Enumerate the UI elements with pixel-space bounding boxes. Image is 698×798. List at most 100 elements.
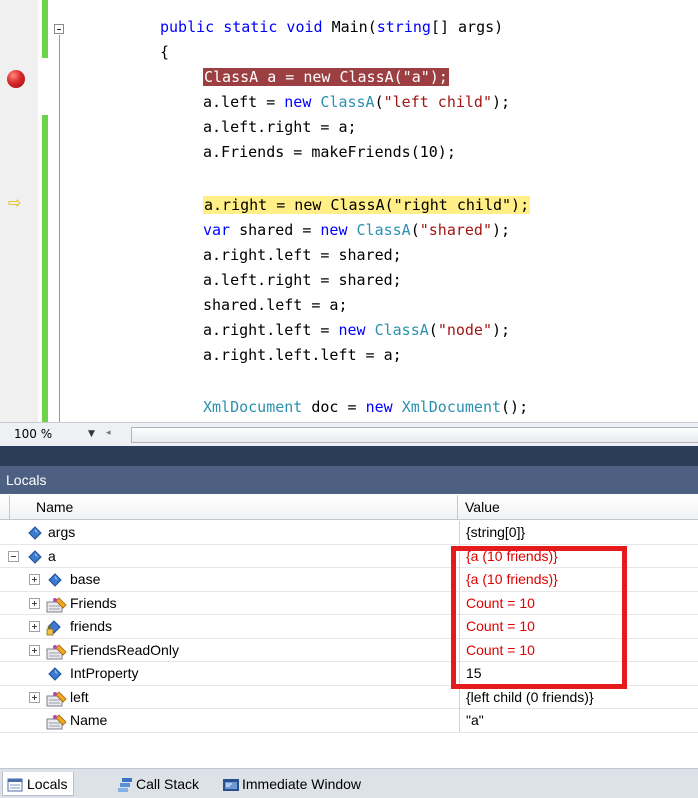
private-field-icon	[46, 620, 64, 639]
code-line[interactable]: {	[160, 42, 169, 63]
code-token: Main(	[322, 18, 377, 36]
tab-immediate-window[interactable]: Immediate Window	[218, 772, 367, 796]
tab-locals[interactable]: Locals	[2, 772, 75, 796]
code-token: shared =	[230, 221, 321, 239]
code-line[interactable]: public static void Main(string[] args)	[160, 17, 503, 38]
code-line[interactable]: ClassA a = new ClassA("a");	[203, 67, 449, 88]
code-token: new	[284, 93, 312, 111]
code-token: {	[160, 43, 170, 61]
expand-icon[interactable]	[29, 691, 40, 703]
variable-value[interactable]: {string[0]}	[459, 521, 698, 544]
variable-value[interactable]: {left child (0 friends)}	[459, 685, 698, 709]
variable-value[interactable]: 15	[459, 662, 698, 685]
locals-row-args[interactable]: args {string[0]}	[0, 521, 698, 545]
code-token: new	[365, 398, 393, 416]
code-token: new	[338, 321, 366, 339]
variable-name: left	[70, 688, 89, 705]
column-header-value[interactable]: Value	[459, 495, 698, 520]
code-token: a.left =	[203, 93, 285, 111]
field-icon	[48, 573, 62, 590]
code-token: public static void	[160, 18, 323, 36]
tab-label: Immediate Window	[242, 776, 362, 792]
locals-row-friends[interactable]: friends Count = 10	[0, 615, 698, 639]
code-token: (	[428, 321, 438, 339]
name-cell: friends	[0, 615, 458, 638]
breakpoint-icon[interactable]	[7, 70, 25, 88]
column-header-name[interactable]: Name	[10, 495, 458, 520]
code-editor[interactable]: ⇨ public static void Main(string[] args)…	[0, 0, 698, 422]
code-token: (	[374, 93, 384, 111]
code-token: );	[492, 221, 511, 239]
scroll-left-icon[interactable]: ◂	[106, 428, 111, 438]
locals-row-friends[interactable]: Friends Count = 10	[0, 591, 698, 616]
name-cell: IntProperty	[0, 662, 458, 685]
variable-name: base	[70, 571, 101, 587]
collapse-icon[interactable]	[8, 550, 19, 562]
outline-collapse-icon[interactable]	[54, 24, 64, 34]
locals-panel-title: Locals	[0, 466, 698, 494]
locals-row-a[interactable]: a {a (10 friends)}	[0, 544, 698, 568]
code-line[interactable]: a.right = new ClassA("right child");	[203, 195, 531, 216]
code-line[interactable]: var shared = new ClassA("shared");	[203, 220, 510, 241]
expand-icon[interactable]	[29, 644, 40, 656]
code-token: ();	[501, 398, 529, 416]
variable-value[interactable]: {a (10 friends)}	[459, 568, 698, 591]
code-line[interactable]: a.left.right = a;	[203, 117, 357, 138]
variable-value[interactable]: {a (10 friends)}	[459, 544, 698, 568]
property-icon	[46, 690, 68, 710]
code-token: ClassA	[356, 221, 411, 239]
property-icon	[46, 596, 68, 616]
code-line[interactable]: XmlDocument doc = new XmlDocument();	[203, 397, 528, 418]
tab-call-stack[interactable]: Call Stack	[112, 772, 205, 796]
expand-icon[interactable]	[29, 574, 40, 585]
name-cell: left	[0, 686, 458, 709]
code-token: a.Friends = makeFriends(10);	[203, 143, 456, 161]
code-line[interactable]: a.Friends = makeFriends(10);	[203, 142, 456, 163]
code-token: );	[492, 93, 511, 111]
current-statement-text: a.right = new ClassA("right child");	[203, 196, 531, 214]
code-token: new	[320, 221, 348, 239]
name-cell: args	[0, 521, 458, 544]
locals-row-left[interactable]: left {left child (0 friends)}	[0, 685, 698, 709]
locals-row-intproperty[interactable]: IntProperty 15	[0, 662, 698, 686]
editor-status-bar: 100 % ▼ ◂	[0, 422, 698, 446]
tab-label: Locals	[27, 776, 68, 792]
expand-icon[interactable]	[29, 597, 40, 609]
zoom-level[interactable]: 100 %	[14, 427, 52, 441]
code-token: a.left.right = shared;	[203, 271, 402, 289]
code-token: XmlDocument	[401, 398, 502, 416]
variable-value[interactable]: Count = 10	[459, 591, 698, 615]
code-line[interactable]: a.left = new ClassA("left child");	[203, 92, 510, 113]
variable-value[interactable]: Count = 10	[459, 615, 698, 638]
code-line[interactable]: a.right.left = new ClassA("node");	[203, 320, 510, 341]
code-token: shared.left = a;	[203, 296, 348, 314]
locals-row-base[interactable]: base {a (10 friends)}	[0, 568, 698, 592]
variable-value[interactable]: "a"	[459, 709, 698, 732]
code-token: ClassA	[374, 321, 429, 339]
code-token: a.left.right = a;	[203, 118, 357, 136]
variable-name: FriendsReadOnly	[70, 641, 179, 658]
change-tracking-bar	[42, 115, 48, 422]
horizontal-scrollbar[interactable]	[131, 427, 698, 443]
locals-row-friendsreadonly[interactable]: FriendsReadOnly Count = 10	[0, 638, 698, 663]
code-line[interactable]: a.right.left.left = a;	[203, 345, 402, 366]
code-token: var	[203, 221, 231, 239]
code-token: ClassA	[320, 93, 375, 111]
breakpoint-line-text: ClassA a = new ClassA("a");	[203, 68, 449, 86]
name-cell: a	[0, 545, 458, 568]
variable-name: IntProperty	[70, 665, 139, 681]
zoom-dropdown-icon[interactable]: ▼	[88, 429, 95, 439]
expand-icon[interactable]	[29, 621, 40, 632]
code-line[interactable]: a.left.right = shared;	[203, 270, 402, 291]
panel-splitter[interactable]	[0, 446, 698, 466]
locals-row-name[interactable]: Name "a"	[0, 709, 698, 733]
variable-value[interactable]: Count = 10	[459, 638, 698, 662]
variable-name: a	[48, 547, 56, 564]
field-icon	[28, 549, 42, 567]
property-icon	[46, 643, 68, 663]
variable-name: Name	[70, 712, 108, 728]
tab-label: Call Stack	[136, 776, 200, 792]
code-line[interactable]: a.right.left = shared;	[203, 245, 402, 266]
locals-grid-header: Name Value	[0, 495, 698, 520]
code-line[interactable]: shared.left = a;	[203, 295, 348, 316]
